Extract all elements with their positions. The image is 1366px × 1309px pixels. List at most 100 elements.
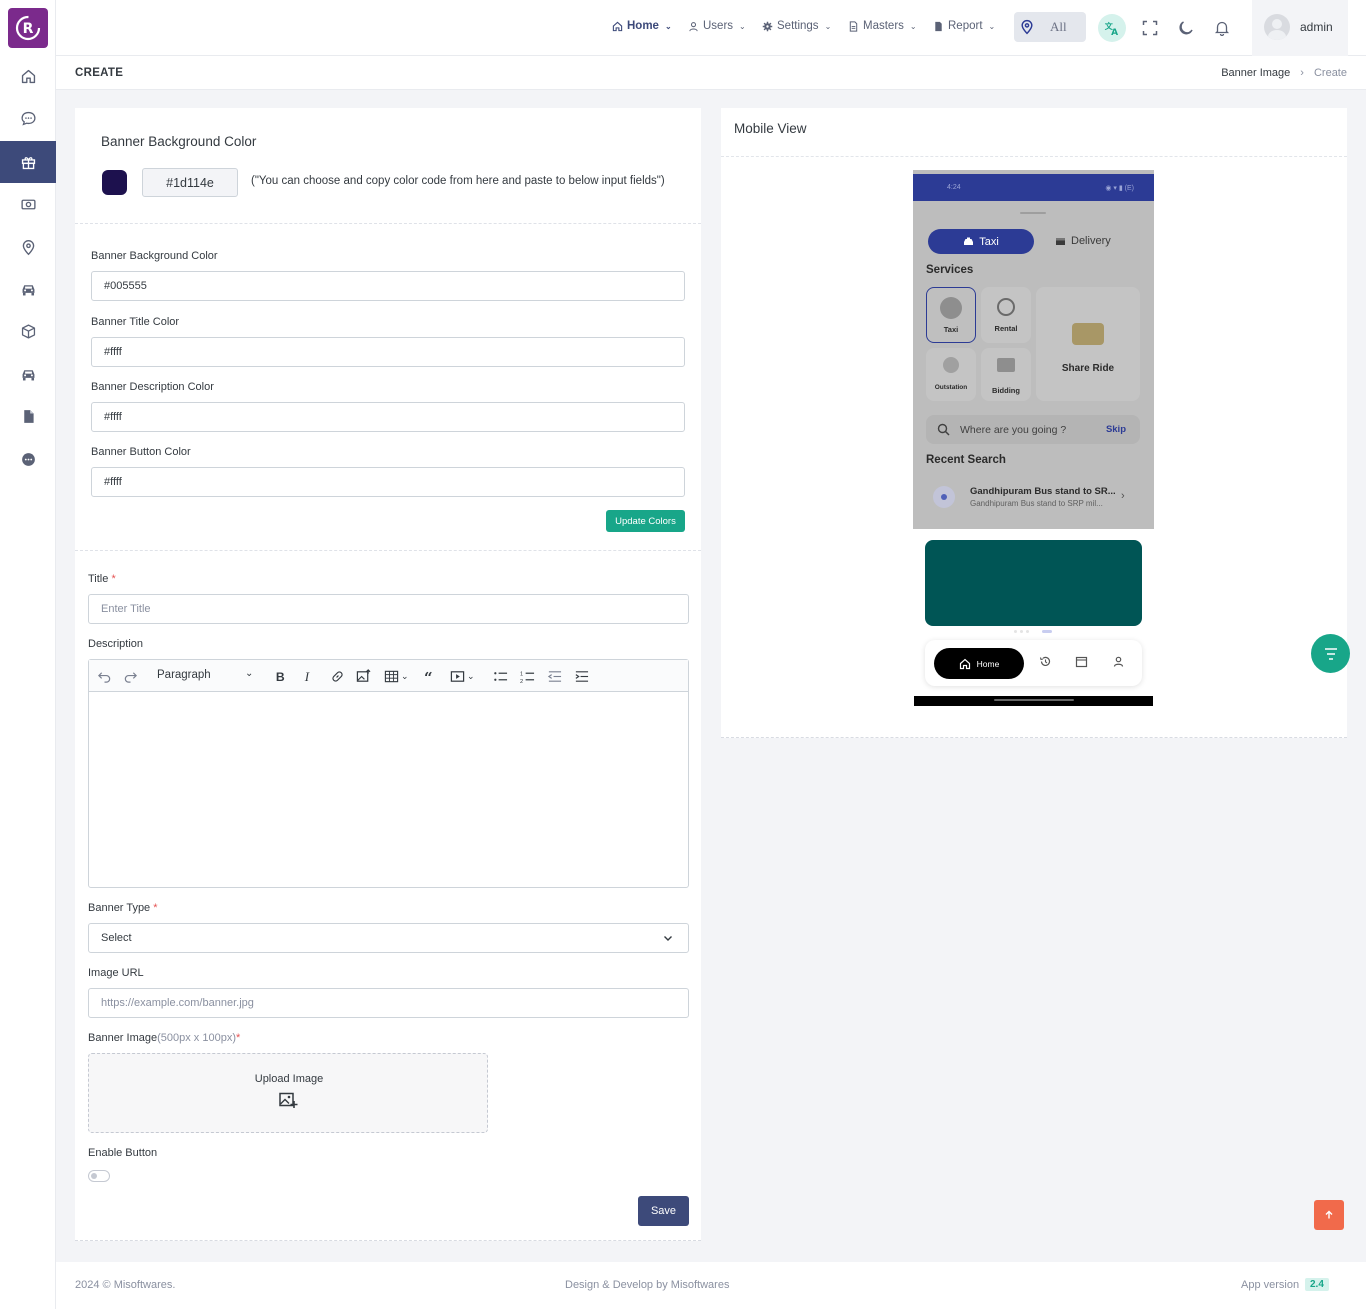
update-colors-button[interactable]: Update Colors — [606, 510, 685, 532]
sidebar-item-reports[interactable] — [0, 396, 56, 436]
fullscreen-button[interactable] — [1136, 14, 1164, 42]
paragraph-select[interactable]: Paragraph — [157, 669, 211, 681]
carousel-dot — [1020, 630, 1023, 633]
money-icon — [20, 199, 36, 209]
menu-users-label: Users — [703, 20, 734, 32]
mobile-view-heading: Mobile View — [734, 121, 807, 136]
chevron-down-icon: ⌄ — [824, 21, 832, 31]
link-button[interactable] — [330, 668, 345, 684]
avatar — [1264, 14, 1290, 40]
save-button[interactable]: Save — [638, 1196, 689, 1226]
description-editor[interactable]: Paragraph ⌄ B I ⌄ “ ⌄ 12 — [88, 659, 689, 888]
sidebar-item-more[interactable] — [0, 439, 56, 479]
italic-icon: I — [304, 669, 310, 684]
quote-icon: “ — [424, 669, 433, 684]
mobile-view-card: Mobile View 4:24 ◉ ▾ ▮ (E) Taxi Delivery… — [721, 108, 1347, 738]
bullet-list-button[interactable] — [493, 668, 508, 684]
title-color-label: Banner Title Color — [91, 316, 180, 328]
zone-filter-button[interactable]: All — [1014, 12, 1086, 42]
user-icon — [689, 21, 698, 31]
enable-button-toggle[interactable] — [88, 1170, 110, 1182]
route-icon — [943, 357, 959, 373]
title-label: Title * — [88, 573, 116, 585]
bold-button[interactable]: B — [273, 668, 288, 684]
phone-skip-link: Skip — [1105, 424, 1126, 435]
image-url-input[interactable]: https://example.com/banner.jpg — [88, 988, 689, 1018]
color-hint-text: ("You can choose and copy color code fro… — [251, 175, 665, 187]
chevron-down-icon: ⌄ — [739, 21, 746, 31]
dark-mode-button[interactable] — [1172, 14, 1200, 42]
phone-bottom-nav: Home — [925, 640, 1142, 686]
menu-home[interactable]: Home ⌄ — [612, 20, 672, 32]
menu-settings-label: Settings — [777, 20, 819, 32]
scroll-top-button[interactable] — [1314, 1200, 1344, 1230]
tab-taxi-label: Taxi — [979, 235, 999, 248]
sidebar-item-vehicle[interactable] — [0, 269, 56, 309]
sidebar-item-package[interactable] — [0, 311, 56, 351]
banner-type-label: Banner Type * — [88, 902, 158, 914]
undo-icon — [98, 671, 111, 683]
breadcrumb-current: Create — [1313, 67, 1347, 79]
sidebar-item-home[interactable] — [0, 56, 56, 96]
indent-icon — [575, 670, 589, 682]
breadcrumb-separator-icon: › — [1300, 67, 1304, 79]
more-icon — [21, 452, 35, 466]
color-picker-heading: Banner Background Color — [101, 134, 257, 149]
media-button[interactable]: ⌄ — [450, 668, 475, 684]
redo-icon — [124, 671, 137, 683]
sidebar-item-fleet[interactable] — [0, 354, 56, 394]
svg-text:B: B — [276, 670, 285, 684]
svg-text:A: A — [1111, 28, 1118, 37]
title-input[interactable]: Enter Title — [88, 594, 689, 624]
home-icon — [612, 21, 623, 31]
footer-version-label: App version — [1241, 1279, 1300, 1291]
menu-settings[interactable]: Settings ⌄ — [762, 20, 831, 32]
document-icon — [849, 20, 858, 32]
desc-color-input[interactable]: #ffff — [91, 402, 685, 432]
numbered-list-button[interactable]: 12 — [520, 668, 535, 684]
svg-text:1: 1 — [520, 671, 523, 677]
redo-button[interactable] — [123, 668, 138, 684]
sidebar-item-banner[interactable] — [0, 141, 56, 183]
italic-button[interactable]: I — [300, 668, 315, 684]
banner-type-select[interactable]: Select — [88, 923, 689, 953]
button-color-input[interactable]: #ffff — [91, 467, 685, 497]
service-tile-taxi: Taxi — [926, 287, 976, 343]
menu-users[interactable]: Users ⌄ — [688, 20, 746, 32]
insert-image-button[interactable] — [356, 668, 371, 684]
notifications-button[interactable] — [1208, 14, 1236, 42]
share-car-icon — [1072, 323, 1104, 345]
app-logo[interactable]: R — [8, 8, 48, 48]
title-color-input[interactable]: #ffff — [91, 337, 685, 367]
language-button[interactable]: 文A — [1098, 14, 1126, 42]
phone-status-bar: 4:24 ◉ ▾ ▮ (E) — [913, 174, 1154, 201]
user-menu[interactable]: admin — [1252, 0, 1348, 56]
arrow-up-icon — [1325, 1210, 1333, 1219]
sidebar-item-money[interactable] — [0, 184, 56, 224]
table-button[interactable]: ⌄ — [384, 668, 409, 684]
color-swatch[interactable] — [102, 170, 127, 195]
banner-form-card: Banner Background Color #1d114e ("You ca… — [75, 108, 701, 1241]
menu-report[interactable]: Report ⌄ — [933, 20, 995, 32]
divider — [75, 550, 701, 551]
sidebar-item-chat[interactable] — [0, 98, 56, 138]
menu-masters[interactable]: Masters ⌄ — [848, 20, 917, 32]
undo-button[interactable] — [97, 668, 112, 684]
home-icon — [21, 69, 35, 83]
tab-delivery-label: Delivery — [1071, 235, 1111, 247]
bg-color-input[interactable]: #005555 — [91, 271, 685, 301]
svg-text:2: 2 — [520, 679, 523, 684]
breadcrumb-banner-image[interactable]: Banner Image — [1221, 67, 1290, 79]
banner-type-label-text: Banner Type — [88, 902, 151, 914]
image-upload-dropzone[interactable]: Upload Image — [88, 1053, 488, 1133]
sidebar-item-location[interactable] — [0, 227, 56, 267]
title-label-text: Title — [88, 573, 109, 585]
stopwatch-icon — [997, 298, 1015, 316]
numbered-list-icon: 12 — [520, 671, 535, 684]
floating-menu-button[interactable] — [1311, 634, 1350, 673]
indent-button[interactable] — [574, 668, 589, 684]
chevron-down-icon: ⌄ — [664, 21, 672, 31]
outdent-button[interactable] — [547, 668, 562, 684]
color-code-field[interactable]: #1d114e — [142, 168, 238, 197]
blockquote-button[interactable]: “ — [423, 668, 438, 684]
